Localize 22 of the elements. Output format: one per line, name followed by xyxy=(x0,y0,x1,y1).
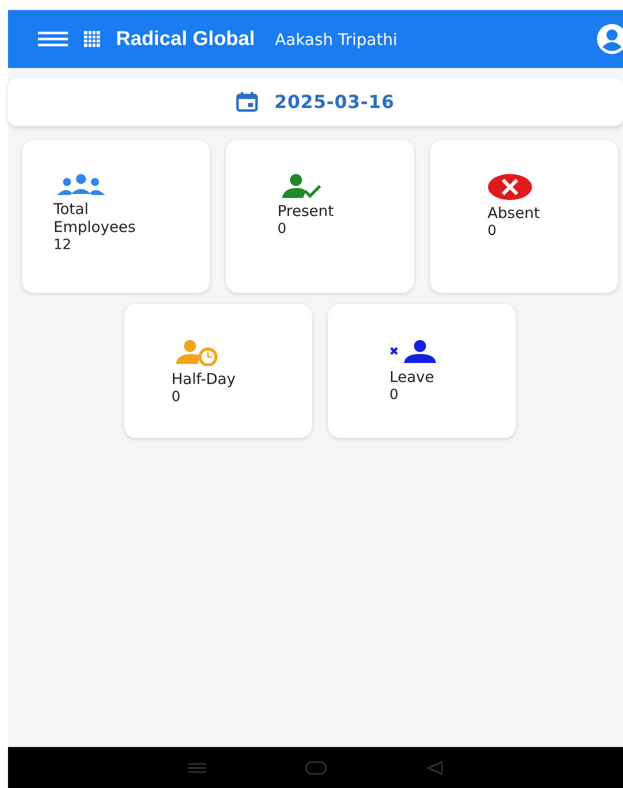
stat-value: 0 xyxy=(390,386,398,405)
stat-value: 0 xyxy=(278,220,286,239)
cancel-icon xyxy=(488,174,532,200)
stat-value: 12 xyxy=(54,236,72,255)
stat-label: Absent xyxy=(488,204,540,222)
stat-value: 0 xyxy=(488,222,496,241)
date-card[interactable]: 2025-03-16 xyxy=(8,78,623,126)
app-title: Radical Global xyxy=(116,28,255,50)
stat-label: Half-Day xyxy=(172,370,236,388)
user-name: Aakash Tripathi xyxy=(274,30,398,48)
stat-label: Total Employees xyxy=(54,200,137,236)
menu-icon[interactable] xyxy=(38,31,68,47)
stat-value: 0 xyxy=(172,388,180,407)
person-remove-icon xyxy=(390,340,438,364)
recent-apps-icon[interactable] xyxy=(186,762,208,774)
selected-date: 2025-03-16 xyxy=(274,92,395,112)
account-icon[interactable] xyxy=(597,24,623,54)
back-icon[interactable] xyxy=(424,760,445,776)
calendar-icon xyxy=(236,92,258,112)
home-icon[interactable] xyxy=(304,760,328,776)
stat-label: Leave xyxy=(390,368,434,386)
stat-label: Present xyxy=(278,202,334,220)
